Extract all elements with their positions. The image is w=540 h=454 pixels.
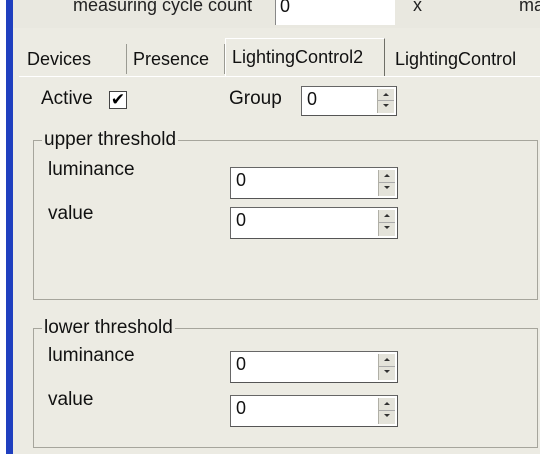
upper-value-label: value: [48, 203, 94, 224]
lower-value-label: value: [48, 389, 94, 410]
tab-presence[interactable]: Presence: [133, 44, 225, 74]
upper-value-spin-buttons: [378, 210, 395, 236]
lower-threshold-group: lower threshold luminance 0 value 0: [33, 317, 538, 448]
tab-presence-label: Presence: [133, 49, 210, 69]
upper-threshold-title: upper threshold: [42, 129, 179, 151]
upper-value-value: 0: [236, 210, 247, 230]
lower-luminance-label: luminance: [48, 345, 135, 366]
spin-down-button[interactable]: [379, 183, 395, 196]
tab-devices-label: Devices: [27, 49, 92, 69]
lower-value-spinner[interactable]: 0: [230, 395, 398, 427]
checkmark-icon: ✔: [110, 90, 126, 109]
spin-up-button[interactable]: [379, 170, 395, 183]
group-value: 0: [307, 89, 318, 109]
group-spin-buttons: [377, 89, 394, 113]
lower-threshold-title: lower threshold: [42, 317, 175, 339]
arrow-up-icon: [384, 174, 390, 177]
top-row: measuring cycle count 0 x ma: [13, 0, 540, 28]
active-label: Active: [41, 88, 93, 109]
spin-down-button[interactable]: [379, 223, 395, 236]
arrow-down-icon: [384, 370, 390, 373]
lower-luminance-spin-buttons: [378, 354, 395, 380]
lower-luminance-value: 0: [236, 354, 247, 374]
arrow-up-icon: [383, 93, 389, 96]
tab-devices[interactable]: Devices: [27, 44, 127, 74]
spin-up-button[interactable]: [379, 354, 395, 367]
measuring-cycle-count-label: measuring cycle count: [73, 0, 253, 15]
group-spinner[interactable]: 0: [301, 86, 397, 116]
upper-luminance-label: luminance: [48, 159, 135, 180]
tab-lightingcontrol2[interactable]: LightingControl2: [225, 38, 385, 76]
lower-luminance-spinner[interactable]: 0: [230, 351, 398, 383]
upper-threshold-group: upper threshold luminance 0 value 0: [33, 129, 538, 300]
upper-luminance-spinner[interactable]: 0: [230, 167, 398, 199]
arrow-up-icon: [384, 402, 390, 405]
arrow-down-icon: [383, 104, 389, 107]
measuring-cycle-count-value: 0: [280, 0, 291, 16]
truncated-label: ma: [519, 0, 540, 15]
upper-luminance-value: 0: [236, 170, 247, 190]
upper-luminance-spin-buttons: [378, 170, 395, 196]
measuring-cycle-count-input[interactable]: 0: [275, 0, 395, 25]
arrow-up-icon: [384, 358, 390, 361]
spin-down-button[interactable]: [379, 411, 395, 424]
tab-lightingcontrol-label: LightingControl: [395, 49, 517, 69]
tab-lightingcontrol2-label: LightingControl2: [232, 47, 364, 67]
tab-panel: Devices Presence LightingControl2 Lighti…: [13, 28, 540, 454]
upper-value-spinner[interactable]: 0: [230, 207, 398, 239]
window-left-border: [6, 0, 13, 454]
arrow-down-icon: [384, 226, 390, 229]
lower-value-spin-buttons: [378, 398, 395, 424]
tab-divider: [19, 76, 540, 77]
lower-value-value: 0: [236, 398, 247, 418]
arrow-up-icon: [384, 214, 390, 217]
tab-lightingcontrol[interactable]: LightingControl: [395, 44, 535, 74]
spin-up-button[interactable]: [379, 398, 395, 411]
spin-down-button[interactable]: [379, 367, 395, 380]
arrow-down-icon: [384, 186, 390, 189]
group-label: Group: [229, 88, 282, 109]
spin-up-button[interactable]: [379, 210, 395, 223]
x-label: x: [413, 0, 422, 15]
spin-down-button[interactable]: [378, 101, 394, 113]
spin-up-button[interactable]: [378, 89, 394, 101]
arrow-down-icon: [384, 414, 390, 417]
active-checkbox[interactable]: ✔: [109, 91, 127, 109]
